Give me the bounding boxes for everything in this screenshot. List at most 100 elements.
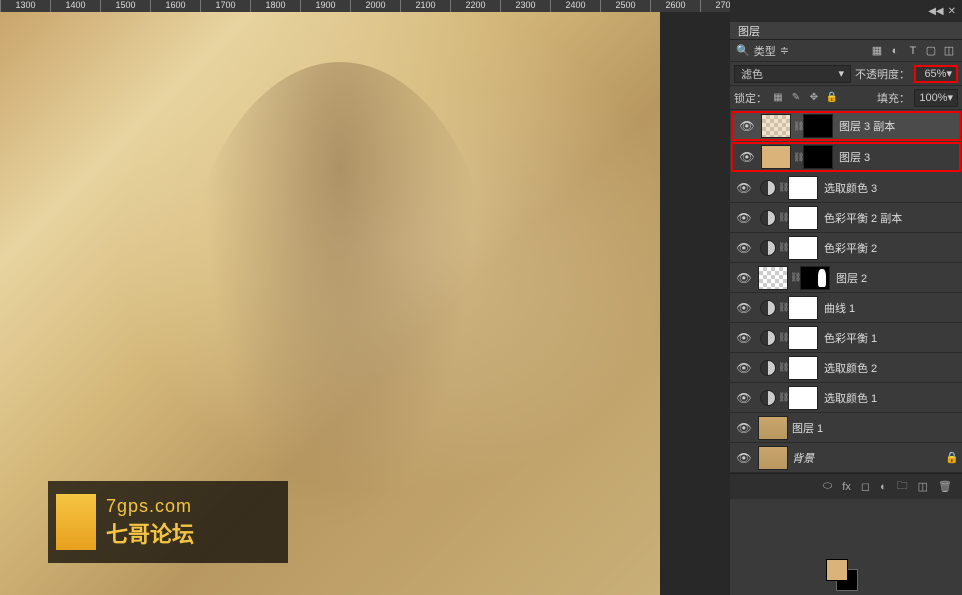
layer-row[interactable]: 👁 ⛓ 图层 2 — [730, 263, 962, 293]
layer-thumbnail[interactable] — [761, 114, 791, 138]
visibility-toggle[interactable]: 👁 — [730, 421, 758, 435]
layer-row[interactable]: 👁 ⛓ 色彩平衡 1 — [730, 323, 962, 353]
visibility-toggle[interactable]: 👁 — [730, 301, 758, 315]
document-canvas[interactable]: 7gps.com 七哥论坛 — [0, 12, 660, 595]
visibility-toggle[interactable]: 👁 — [730, 211, 758, 225]
search-icon[interactable]: 🔍 — [736, 44, 750, 57]
lock-row: 锁定： ▦ ✎ ✥ 🔒 填充： 100%▾ — [730, 86, 962, 110]
layer-name[interactable]: 背景 — [790, 450, 942, 466]
layer-mask-thumbnail[interactable] — [788, 386, 818, 410]
color-swatch[interactable] — [822, 555, 862, 595]
layer-name[interactable]: 图层 1 — [790, 420, 962, 436]
layer-thumbnail[interactable] — [761, 145, 791, 169]
adjustment-icon[interactable] — [760, 180, 776, 196]
layer-row[interactable]: 👁 ⛓ 色彩平衡 2 — [730, 233, 962, 263]
link-icon[interactable]: ⛓ — [778, 182, 788, 193]
link-icon[interactable]: ⛓ — [790, 272, 800, 283]
adjustment-icon[interactable] — [760, 330, 776, 346]
visibility-toggle[interactable]: 👁 — [730, 361, 758, 375]
layer-mask-thumbnail[interactable] — [788, 176, 818, 200]
blend-mode-select[interactable]: 滤色▾ — [734, 65, 851, 83]
visibility-toggle[interactable]: 👁 — [733, 150, 761, 164]
layer-thumbnail[interactable] — [758, 266, 788, 290]
link-icon[interactable]: ⛓ — [778, 212, 788, 223]
layer-name[interactable]: 选取颜色 2 — [822, 360, 962, 376]
layer-mask-thumbnail[interactable] — [800, 266, 830, 290]
ruler-tick: 1700 — [200, 0, 250, 12]
visibility-toggle[interactable]: 👁 — [730, 181, 758, 195]
lock-transparent-icon[interactable]: ▦ — [771, 91, 785, 105]
adjustment-icon[interactable] — [760, 360, 776, 376]
add-mask-icon[interactable]: ◻ — [861, 480, 870, 493]
canvas-area[interactable]: 7gps.com 七哥论坛 — [0, 12, 660, 595]
filter-shape-icon[interactable]: ▢ — [924, 44, 938, 58]
layer-row[interactable]: 👁 背景 🔒 — [730, 443, 962, 473]
close-icon[interactable]: ✕ — [948, 6, 956, 17]
filter-text-icon[interactable]: T — [906, 44, 920, 58]
link-icon[interactable]: ⛓ — [793, 121, 803, 132]
layer-name[interactable]: 图层 3 — [837, 149, 959, 165]
layer-mask-thumbnail[interactable] — [788, 356, 818, 380]
link-icon[interactable]: ⛓ — [778, 392, 788, 403]
fill-input[interactable]: 100%▾ — [914, 89, 958, 107]
layer-name[interactable]: 色彩平衡 1 — [822, 330, 962, 346]
lock-brush-icon[interactable]: ✎ — [789, 91, 803, 105]
layer-row[interactable]: 👁 ⛓ 选取颜色 2 — [730, 353, 962, 383]
layer-thumbnail[interactable] — [758, 416, 788, 440]
layer-name[interactable]: 选取颜色 1 — [822, 390, 962, 406]
foreground-color-swatch[interactable] — [826, 559, 848, 581]
layers-tab[interactable]: 图层 — [730, 22, 962, 40]
layer-row[interactable]: 👁 ⛓ 选取颜色 1 — [730, 383, 962, 413]
layer-row[interactable]: 👁 ⛓ 图层 3 — [731, 142, 961, 172]
layer-row[interactable]: 👁 ⛓ 选取颜色 3 — [730, 173, 962, 203]
layer-mask-thumbnail[interactable] — [788, 236, 818, 260]
visibility-toggle[interactable]: 👁 — [730, 241, 758, 255]
opacity-input[interactable]: 65%▾ — [914, 65, 958, 83]
filter-pixel-icon[interactable]: ▦ — [870, 44, 884, 58]
layer-name[interactable]: 选取颜色 3 — [822, 180, 962, 196]
collapse-icon[interactable]: ◀◀ — [928, 6, 943, 17]
layer-row[interactable]: 👁 ⛓ 图层 3 副本 — [731, 111, 961, 141]
layer-name[interactable]: 色彩平衡 2 副本 — [822, 210, 962, 226]
link-layers-icon[interactable]: ⬭ — [823, 480, 832, 493]
layer-filter-row: 🔍 类型 ≑ ▦ ◐ T ▢ ◫ — [730, 40, 962, 62]
visibility-toggle[interactable]: 👁 — [730, 391, 758, 405]
layer-mask-thumbnail[interactable] — [788, 326, 818, 350]
adjustment-icon[interactable] — [760, 210, 776, 226]
link-icon[interactable]: ⛓ — [793, 152, 803, 163]
layer-row[interactable]: 👁 ⛓ 曲线 1 — [730, 293, 962, 323]
visibility-toggle[interactable]: 👁 — [730, 271, 758, 285]
layer-name[interactable]: 图层 2 — [834, 270, 962, 286]
layer-mask-thumbnail[interactable] — [788, 296, 818, 320]
visibility-toggle[interactable]: 👁 — [730, 331, 758, 345]
new-layer-icon[interactable]: ◫ — [918, 480, 928, 493]
layer-thumbnail[interactable] — [758, 446, 788, 470]
layer-name[interactable]: 图层 3 副本 — [837, 118, 959, 134]
adjustment-icon[interactable] — [760, 390, 776, 406]
visibility-toggle[interactable]: 👁 — [733, 119, 761, 133]
layer-name[interactable]: 曲线 1 — [822, 300, 962, 316]
link-icon[interactable]: ⛓ — [778, 362, 788, 373]
layer-row[interactable]: 👁 图层 1 — [730, 413, 962, 443]
layer-mask-thumbnail[interactable] — [803, 145, 833, 169]
layer-effects-icon[interactable]: fx — [842, 481, 851, 493]
filter-type-label[interactable]: 类型 — [754, 43, 776, 59]
filter-smart-icon[interactable]: ◫ — [942, 44, 956, 58]
layer-row[interactable]: 👁 ⛓ 色彩平衡 2 副本 — [730, 203, 962, 233]
lock-all-icon[interactable]: 🔒 — [825, 91, 839, 105]
layer-mask-thumbnail[interactable] — [788, 206, 818, 230]
filter-adjustment-icon[interactable]: ◐ — [888, 44, 902, 58]
new-adjustment-icon[interactable]: ◐ — [880, 481, 887, 493]
link-icon[interactable]: ⛓ — [778, 332, 788, 343]
new-group-icon[interactable]: 🗀 — [897, 477, 908, 496]
adjustment-icon[interactable] — [760, 240, 776, 256]
visibility-toggle[interactable]: 👁 — [730, 451, 758, 465]
dropdown-icon[interactable]: ≑ — [780, 44, 789, 57]
layer-mask-thumbnail[interactable] — [803, 114, 833, 138]
link-icon[interactable]: ⛓ — [778, 242, 788, 253]
layer-name[interactable]: 色彩平衡 2 — [822, 240, 962, 256]
lock-position-icon[interactable]: ✥ — [807, 91, 821, 105]
adjustment-icon[interactable] — [760, 300, 776, 316]
delete-layer-icon[interactable]: 🗑 — [938, 480, 952, 493]
link-icon[interactable]: ⛓ — [778, 302, 788, 313]
